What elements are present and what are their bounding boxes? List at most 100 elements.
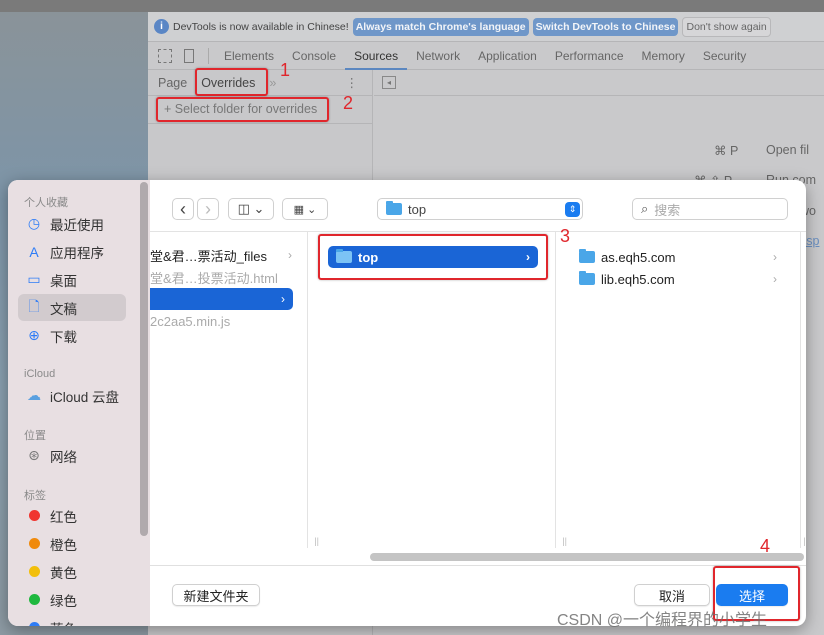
annotation-box-2 xyxy=(156,97,329,122)
sidebar-item-label: 文稿 xyxy=(50,301,77,317)
sidebar-item-downloads[interactable]: ⊕ 下载 xyxy=(18,322,126,349)
divider xyxy=(148,123,373,124)
view-mode-button[interactable]: ◫ ⌄ xyxy=(228,198,274,220)
infobar-message: DevTools is now available in Chinese! xyxy=(173,20,349,33)
divider xyxy=(150,565,806,566)
annotation-number-3: 3 xyxy=(560,226,571,246)
list-item[interactable]: lib.eqh5.com › xyxy=(579,268,785,290)
sidebar-item-desktop[interactable]: ▭ 桌面 xyxy=(18,266,126,293)
cancel-button[interactable]: 取消 xyxy=(634,584,710,606)
sidebar-item-label: 绿色 xyxy=(50,593,77,609)
sidebar-item-label: 最近使用 xyxy=(50,217,104,233)
folder-icon xyxy=(579,271,595,285)
sidebar-scrollbar[interactable] xyxy=(140,182,148,536)
section-header: iCloud xyxy=(24,368,56,380)
back-button[interactable]: ‹ xyxy=(172,198,194,220)
tab-page[interactable]: Page xyxy=(158,76,187,90)
sidebar-tag-red[interactable]: 红色 xyxy=(18,502,126,529)
clock-icon: ◷ xyxy=(27,215,41,231)
switch-to-chinese-button[interactable]: Switch DevTools to Chinese xyxy=(532,17,679,36)
group-button[interactable]: ▦ ⌄ xyxy=(282,198,328,220)
green-dot-icon xyxy=(29,594,40,605)
divider xyxy=(208,47,209,64)
location-label: top xyxy=(408,201,427,217)
forward-button[interactable]: › xyxy=(197,198,219,220)
tab-security[interactable]: Security xyxy=(694,42,755,70)
annotation-number-1: 1 xyxy=(280,60,291,80)
shortcut-key: ⌘ P xyxy=(714,144,739,158)
cloud-icon: ☁ xyxy=(27,387,41,403)
sidebar-tag-blue[interactable]: 蓝色 xyxy=(18,614,126,626)
sidebar-item-recent[interactable]: ◷ 最近使用 xyxy=(18,210,126,237)
sidebar-item-label: 应用程序 xyxy=(50,245,104,261)
document-icon: 🗋 xyxy=(28,297,40,314)
tab-network[interactable]: Network xyxy=(407,42,469,70)
dont-show-again-button[interactable]: Don't show again xyxy=(682,16,771,37)
sidebar-item-applications[interactable]: A 应用程序 xyxy=(18,238,126,265)
network-icon: ⊛ xyxy=(28,447,40,463)
folder-icon xyxy=(386,201,402,215)
device-toolbar-icon[interactable] xyxy=(184,48,194,63)
sidebar-tag-green[interactable]: 绿色 xyxy=(18,586,126,613)
horizontal-scrollbar[interactable] xyxy=(370,553,804,561)
tab-elements[interactable]: Elements xyxy=(215,42,283,70)
language-infobar: i DevTools is now available in Chinese! … xyxy=(148,12,824,42)
toggle-navigator-icon[interactable]: ◂ xyxy=(382,76,396,89)
sidebar-item-label: 黄色 xyxy=(50,565,77,581)
list-item[interactable]: 2c2aa5.min.js xyxy=(150,310,300,332)
download-icon: ⊕ xyxy=(28,327,40,343)
desktop-icon: ▭ xyxy=(27,271,41,287)
search-input[interactable]: ⌕ 搜索 xyxy=(632,198,788,220)
item-name: 2c2aa5.min.js xyxy=(150,313,231,329)
editor-toolbar: ◂ xyxy=(374,70,824,96)
shortcut-label: Open fil xyxy=(766,143,810,157)
list-item[interactable]: 堂&君…票活动_files › xyxy=(150,244,300,266)
location-popup[interactable]: top ⇕ xyxy=(377,198,583,220)
annotation-number-4: 4 xyxy=(760,536,771,556)
list-item[interactable]: 堂&君…投票活动.html xyxy=(150,266,300,288)
inspect-element-icon[interactable] xyxy=(158,48,172,63)
watermark: CSDN @一个编程界的小学生 xyxy=(557,612,768,629)
sidebar-item-label: iCloud 云盘 xyxy=(50,389,120,405)
more-tabs-button[interactable]: » xyxy=(269,76,276,90)
sidebar-item-label: 下载 xyxy=(50,329,77,345)
section-header: 位置 xyxy=(24,430,46,442)
new-folder-button[interactable]: 新建文件夹 xyxy=(172,584,260,606)
sidebar-item-label: 蓝色 xyxy=(50,618,77,627)
sidebar-item-label: 红色 xyxy=(50,509,77,525)
tab-sources[interactable]: Sources xyxy=(345,42,408,70)
yellow-dot-icon xyxy=(29,566,40,577)
sidebar-item-label: 橙色 xyxy=(50,537,77,553)
sidebar-item-network[interactable]: ⊛ 网络 xyxy=(18,442,126,469)
search-icon: ⌕ xyxy=(641,201,649,216)
match-language-button[interactable]: Always match Chrome's language xyxy=(352,17,529,36)
sidebar-item-label: 桌面 xyxy=(50,273,77,289)
item-name: 堂&君…投票活动.html xyxy=(150,270,278,286)
sidebar-item-label: 网络 xyxy=(50,449,77,465)
tab-memory[interactable]: Memory xyxy=(633,42,694,70)
search-placeholder: 搜索 xyxy=(654,202,681,218)
list-item[interactable]: as.eqh5.com › xyxy=(579,246,785,268)
tab-application[interactable]: Application xyxy=(469,42,546,70)
sidebar-item-documents[interactable]: 🗋 文稿 xyxy=(18,294,126,321)
annotation-number-2: 2 xyxy=(343,93,354,113)
column-resize-handle[interactable]: || xyxy=(803,536,806,546)
annotation-box-3 xyxy=(318,234,548,280)
chevron-right-icon: › xyxy=(773,250,777,264)
apps-icon: A xyxy=(29,243,39,260)
dialog-sidebar: 个人收藏 ◷ 最近使用 A 应用程序 ▭ 桌面 🗋 文稿 ⊕ 下载 iCloud ☁ iCl… xyxy=(8,180,150,626)
chevron-right-icon: › xyxy=(281,292,285,306)
orange-dot-icon xyxy=(29,538,40,549)
list-item-selected[interactable]: › xyxy=(150,288,293,310)
devtools-tabs: Elements Console Sources Network Applica… xyxy=(148,42,824,70)
item-name: lib.eqh5.com xyxy=(601,271,675,287)
more-options-icon[interactable]: ⋮ xyxy=(346,75,359,90)
sidebar-item-icloud-drive[interactable]: ☁ iCloud 云盘 xyxy=(18,382,126,409)
sidebar-tag-yellow[interactable]: 黄色 xyxy=(18,558,126,585)
item-name: as.eqh5.com xyxy=(601,249,676,265)
sidebar-tag-orange[interactable]: 橙色 xyxy=(18,530,126,557)
tab-console[interactable]: Console xyxy=(283,42,345,70)
info-icon: i xyxy=(154,19,169,34)
columns-icon: ◫ ⌄ xyxy=(237,201,265,216)
tab-performance[interactable]: Performance xyxy=(546,42,633,70)
